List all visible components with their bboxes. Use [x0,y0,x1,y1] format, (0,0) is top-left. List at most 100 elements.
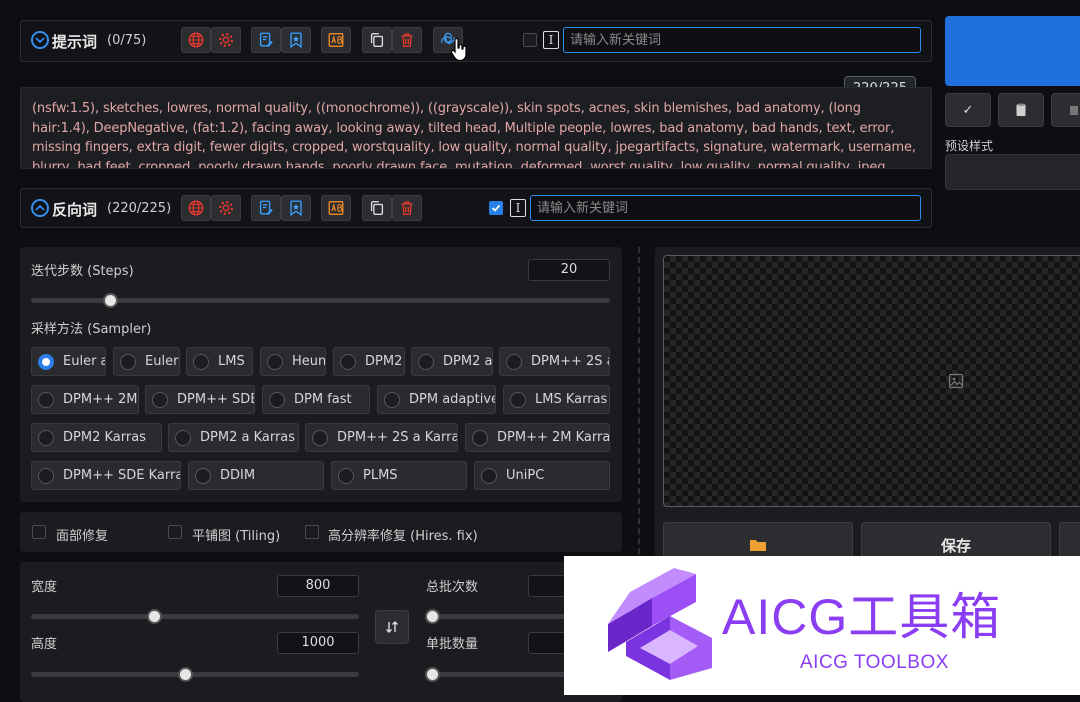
text-cursor-icon[interactable]: I [510,199,526,217]
gear-icon [219,33,233,47]
batch-count-label: 总批次数 [426,580,479,595]
height-input[interactable]: 1000 [277,632,359,654]
batch-count-slider-handle[interactable] [425,609,440,624]
steps-input[interactable]: 20 [528,259,610,281]
save-label: 保存 [940,536,971,555]
edit-doc-button[interactable] [251,27,281,53]
negative-bookmark-button[interactable] [281,195,311,221]
negative-translate-button[interactable] [181,195,211,221]
negative-title: 反向词 [52,201,98,219]
sampler-option[interactable]: DPM2 [333,347,405,376]
hires-checkbox[interactable] [305,525,319,539]
gear-icon [219,201,233,215]
negative-keyword-checkbox[interactable] [489,201,503,215]
sampler-option[interactable]: DPM fast [262,385,370,414]
globe-icon [188,200,204,216]
hand-cursor-icon [450,38,467,62]
tiling-label: 平铺图 (Tiling) [192,529,281,544]
document-edit-icon [259,32,273,47]
watermark-sub-text: AICG TOOLBOX [800,652,949,673]
face-fix-checkbox[interactable] [32,525,46,539]
prompt-textarea[interactable]: (nsfw:1.5), sketches, lowres, normal qua… [20,87,932,169]
document-edit-icon [259,200,273,215]
folder-icon [750,540,766,551]
copy-icon [370,201,384,215]
copy-button[interactable] [362,27,392,53]
width-input[interactable]: 800 [277,575,359,597]
clipboard-button[interactable] [998,93,1044,127]
sampler-option[interactable]: DPM adaptive [377,385,496,414]
watermark-brand-text: AICG工具箱 [722,589,1002,645]
trash-icon [401,33,413,47]
output-image-area [663,255,1080,507]
sampler-option[interactable]: LMS [186,347,253,376]
sampler-option[interactable]: Heun [260,347,326,376]
sampler-option[interactable]: DDIM [188,461,324,490]
steps-slider-handle[interactable] [103,293,118,308]
sampler-option[interactable]: DPM++ 2S a [499,347,610,376]
text-replace-icon [328,201,344,215]
globe-icon [188,32,204,48]
prompt-text: (nsfw:1.5), sketches, lowres, normal qua… [32,101,916,169]
delete-button[interactable] [392,27,422,53]
sampler-option[interactable]: Euler a [31,347,106,376]
batch-size-slider-handle[interactable] [425,667,440,682]
height-slider-handle[interactable] [178,667,193,682]
negative-edit-doc-button[interactable] [251,195,281,221]
prompt-keyword-input[interactable] [563,27,921,53]
steps-label: 迭代步数 (Steps) [31,264,134,279]
settings-button[interactable] [211,27,241,53]
aicg-logo-icon [608,568,712,680]
prompt-title: 提示词 [52,33,98,51]
width-slider-handle[interactable] [147,609,162,624]
trash-icon [401,201,413,215]
negative-delete-button[interactable] [392,195,422,221]
translate-button[interactable] [181,27,211,53]
expand-negative-icon[interactable] [31,199,49,217]
tiling-checkbox[interactable] [168,525,182,539]
sampler-option[interactable]: UniPC [474,461,610,490]
sampler-option[interactable]: DPM2 Karras [31,423,162,452]
text-format-button[interactable] [321,27,351,53]
sampler-option[interactable]: DPM2 a [411,347,493,376]
options-panel [20,512,622,552]
swap-dimensions-button[interactable] [375,610,409,644]
image-placeholder-icon [948,373,964,389]
collapse-prompt-icon[interactable] [31,31,49,49]
face-fix-label: 面部修复 [56,529,109,544]
checkmark-icon [491,204,501,212]
negative-count: (220/225) [107,201,172,216]
sampler-option[interactable]: DPM++ SDE Karras [31,461,181,490]
trash-style-button[interactable] [1051,93,1080,127]
width-slider-track[interactable] [31,614,359,619]
height-label: 高度 [31,637,58,652]
bookmark-star-icon [290,200,302,217]
clipboard-icon [1016,103,1026,116]
bookmark-star-icon [290,32,302,49]
sampler-option[interactable]: DPM++ 2M Karras [465,423,610,452]
negative-settings-button[interactable] [211,195,241,221]
bookmark-button[interactable] [281,27,311,53]
prompt-keyword-checkbox[interactable] [523,33,537,47]
sampler-option[interactable]: LMS Karras [503,385,610,414]
preset-style-label: 预设样式 [945,139,994,153]
preset-style-select[interactable] [945,154,1080,190]
copy-icon [370,33,384,47]
text-cursor-icon[interactable]: I [543,31,559,49]
negative-text-format-button[interactable] [321,195,351,221]
sampler-option[interactable]: DPM++ 2M [31,385,139,414]
prompt-count: (0/75) [107,33,147,48]
sampler-option[interactable]: DPM++ SDE [145,385,255,414]
sampler-label: 采样方法 (Sampler) [31,322,152,337]
sampler-option[interactable]: DPM++ 2S a Karras [305,423,458,452]
sampler-option[interactable]: PLMS [331,461,467,490]
batch-size-label: 单批数量 [426,637,479,652]
negative-copy-button[interactable] [362,195,392,221]
height-slider-track[interactable] [31,672,359,677]
sampler-option[interactable]: Euler [113,347,180,376]
generate-button[interactable] [945,16,1080,86]
width-label: 宽度 [31,580,58,595]
sampler-option[interactable]: DPM2 a Karras [168,423,299,452]
negative-keyword-input[interactable] [530,195,921,221]
apply-style-button[interactable]: ✓ [945,93,991,127]
